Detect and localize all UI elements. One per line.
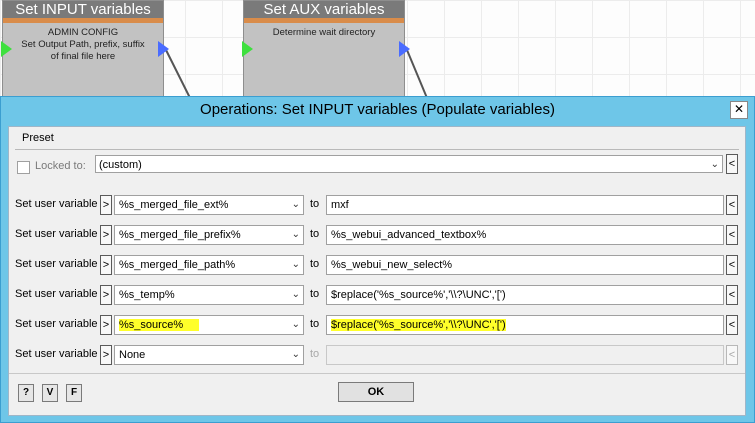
help-button[interactable]: ? xyxy=(18,384,34,402)
operations-dialog: Operations: Set INPUT variables (Populat… xyxy=(0,96,755,423)
footer-divider xyxy=(9,373,745,374)
value-expand-button[interactable]: < xyxy=(726,225,738,245)
chevron-down-icon: ⌄ xyxy=(291,289,300,300)
variable-select[interactable]: None ⌄ xyxy=(114,345,304,365)
functions-button[interactable]: F xyxy=(66,384,82,402)
locked-checkbox[interactable] xyxy=(17,161,30,174)
dialog-title[interactable]: Operations: Set INPUT variables (Populat… xyxy=(1,97,754,123)
node-description: Determine wait directory xyxy=(244,23,404,39)
output-port-icon[interactable] xyxy=(399,41,410,57)
variable-select[interactable]: %s_temp% ⌄ xyxy=(114,285,304,305)
input-port-icon[interactable] xyxy=(1,41,12,57)
preset-select-value: (custom) xyxy=(99,159,142,171)
variable-picker-button[interactable]: > xyxy=(100,285,112,305)
variable-picker-button[interactable]: > xyxy=(100,255,112,275)
input-port-icon[interactable] xyxy=(242,41,253,57)
preset-collapse-button[interactable]: < xyxy=(726,154,738,174)
value-input-text: mxf xyxy=(331,199,349,211)
row-label: Set user variable xyxy=(15,318,98,330)
row-label: Set user variable xyxy=(15,228,98,240)
variable-select-value: %s_merged_file_path% xyxy=(119,259,236,271)
variable-picker-button[interactable]: > xyxy=(100,315,112,335)
value-expand-button: < xyxy=(726,345,738,365)
to-label: to xyxy=(310,288,320,300)
variable-select[interactable]: %s_merged_file_ext% ⌄ xyxy=(114,195,304,215)
dialog-client-area: Preset Locked to: (custom) ⌄ < Set user … xyxy=(8,126,746,416)
node-description: ADMIN CONFIG Set Output Path, prefix, su… xyxy=(3,23,163,63)
variable-select-value: None xyxy=(119,349,146,361)
variable-picker-button[interactable]: > xyxy=(100,195,112,215)
variable-picker-button[interactable]: > xyxy=(100,345,112,365)
value-expand-button[interactable]: < xyxy=(726,285,738,305)
preset-divider xyxy=(15,149,739,150)
chevron-down-icon: ⌄ xyxy=(291,319,300,330)
locked-label: Locked to: xyxy=(35,160,86,172)
value-expand-button[interactable]: < xyxy=(726,255,738,275)
value-input-text: $replace('%s_source%','\\?\UNC','[') xyxy=(331,319,506,331)
chevron-down-icon: ⌄ xyxy=(291,349,300,360)
variable-picker-button[interactable]: > xyxy=(100,225,112,245)
value-input[interactable]: %s_webui_new_select% xyxy=(326,255,724,275)
to-label: to xyxy=(310,318,320,330)
preset-label: Preset xyxy=(22,132,54,144)
value-input[interactable]: $replace('%s_source%','\\?\UNC','[') xyxy=(326,315,724,335)
variables-button[interactable]: V xyxy=(42,384,58,402)
chevron-down-icon: ⌄ xyxy=(291,199,300,210)
variable-select-value: %s_source% xyxy=(119,319,200,331)
value-expand-button[interactable]: < xyxy=(726,195,738,215)
variable-select-value: %s_temp% xyxy=(119,289,175,301)
node-title: Set AUX variables xyxy=(244,1,404,18)
to-label: to xyxy=(310,348,320,360)
value-input-text: %s_webui_advanced_textbox% xyxy=(331,229,487,241)
value-input xyxy=(326,345,724,365)
to-label: to xyxy=(310,228,320,240)
to-label: to xyxy=(310,198,320,210)
to-label: to xyxy=(310,258,320,270)
close-icon[interactable]: ✕ xyxy=(730,101,748,119)
value-input-text: %s_webui_new_select% xyxy=(331,259,453,271)
node-line: Set Output Path, prefix, suffix xyxy=(21,39,145,50)
node-line: ADMIN CONFIG xyxy=(47,27,119,38)
chevron-down-icon: ⌄ xyxy=(710,159,719,170)
node-title: Set INPUT variables xyxy=(3,1,163,18)
node-set-aux-variables[interactable]: Set AUX variables Determine wait directo… xyxy=(242,0,410,102)
row-label: Set user variable xyxy=(15,348,98,360)
output-port-icon[interactable] xyxy=(158,41,169,57)
variable-select-value: %s_merged_file_ext% xyxy=(119,199,229,211)
node-line: Determine wait directory xyxy=(272,27,376,38)
row-label: Set user variable xyxy=(15,288,98,300)
node-line: of final file here xyxy=(50,51,116,62)
variable-select[interactable]: %s_source% ⌄ xyxy=(114,315,304,335)
row-label: Set user variable xyxy=(15,198,98,210)
value-expand-button[interactable]: < xyxy=(726,315,738,335)
chevron-down-icon: ⌄ xyxy=(291,229,300,240)
value-input[interactable]: mxf xyxy=(326,195,724,215)
variable-select[interactable]: %s_merged_file_prefix% ⌄ xyxy=(114,225,304,245)
variable-select[interactable]: %s_merged_file_path% ⌄ xyxy=(114,255,304,275)
ok-button[interactable]: OK xyxy=(338,382,414,402)
value-input[interactable]: $replace('%s_source%','\\?\UNC','[') xyxy=(326,285,724,305)
variable-select-value: %s_merged_file_prefix% xyxy=(119,229,241,241)
value-input[interactable]: %s_webui_advanced_textbox% xyxy=(326,225,724,245)
preset-select[interactable]: (custom) ⌄ xyxy=(95,155,723,173)
value-input-text: $replace('%s_source%','\\?\UNC','[') xyxy=(331,289,506,301)
row-label: Set user variable xyxy=(15,258,98,270)
node-set-input-variables[interactable]: Set INPUT variables ADMIN CONFIG Set Out… xyxy=(1,0,169,102)
chevron-down-icon: ⌄ xyxy=(291,259,300,270)
